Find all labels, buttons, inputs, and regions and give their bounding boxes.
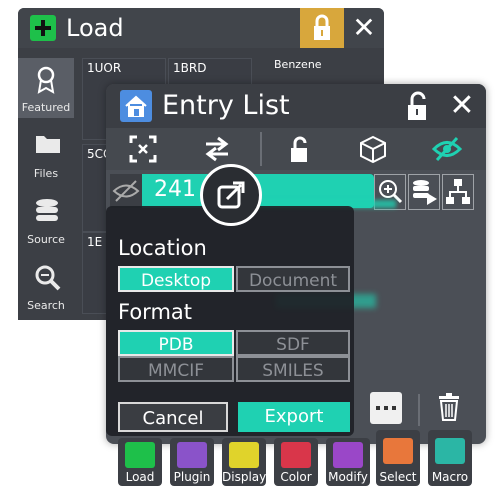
format-label: Format <box>118 300 193 324</box>
dock-modify-button[interactable]: Modify <box>326 438 370 486</box>
entry-toolbar <box>106 128 486 170</box>
search-icon <box>35 265 61 291</box>
format-mmcif-option[interactable]: MMCIF <box>118 356 234 382</box>
palette-icon <box>281 442 311 468</box>
hierarchy-button[interactable] <box>442 174 474 210</box>
sidebar-item-search[interactable]: Search <box>18 256 74 316</box>
export-dialog: Location Desktop Document Format PDB SDF… <box>106 206 354 436</box>
unlock-icon <box>408 91 426 120</box>
database-icon <box>36 199 58 221</box>
sidebar-item-label: Search <box>27 299 65 312</box>
load-sidebar: Featured Files Source Search <box>18 54 74 320</box>
dock-plugin-button[interactable]: Plugin <box>170 438 214 486</box>
entry-code: 1E <box>87 235 103 249</box>
sidebar-item-label: Source <box>27 233 65 246</box>
location-label: Location <box>118 236 207 260</box>
benzene-label[interactable]: Benzene <box>274 58 322 71</box>
load-header: Load ✕ <box>18 8 384 48</box>
more-button[interactable] <box>370 392 402 424</box>
modify-icon <box>333 442 363 468</box>
unlock-button[interactable] <box>402 90 432 126</box>
home-icon <box>125 95 147 117</box>
cube-icon[interactable] <box>358 134 388 164</box>
dock-label: Load <box>125 470 155 484</box>
add-icon <box>30 15 56 41</box>
home-button[interactable] <box>120 90 152 122</box>
location-desktop-option[interactable]: Desktop <box>118 266 234 292</box>
eye-icon <box>229 442 259 468</box>
format-smiles-option[interactable]: SMILES <box>236 356 350 382</box>
add-icon <box>125 442 155 468</box>
export-button[interactable]: Export <box>238 402 350 432</box>
cancel-button[interactable]: Cancel <box>118 402 228 432</box>
unlock-icon[interactable] <box>284 134 314 164</box>
macro-icon <box>435 438 465 464</box>
sidebar-item-files[interactable]: Files <box>18 124 74 184</box>
folder-icon <box>36 136 60 153</box>
ribbon-icon <box>37 66 55 94</box>
more-icon <box>376 406 396 410</box>
dock-label: Color <box>280 470 312 484</box>
entry-code: 1UOR <box>87 61 122 75</box>
dock-label: Macro <box>431 470 469 484</box>
dock-label: Modify <box>328 470 368 484</box>
load-title: Load <box>66 14 124 42</box>
location-document-option[interactable]: Document <box>236 266 350 292</box>
dock-select-button[interactable]: Select <box>376 430 420 486</box>
format-sdf-option[interactable]: SDF <box>236 330 350 356</box>
row-visibility-off-icon[interactable] <box>110 174 142 208</box>
dock-macro-button[interactable]: Macro <box>428 430 472 486</box>
lock-button[interactable] <box>300 8 344 48</box>
dock-label: Select <box>379 470 417 484</box>
entry-id: 241 <box>154 177 196 202</box>
trash-icon[interactable] <box>434 392 464 422</box>
visibility-off-icon[interactable] <box>432 134 462 164</box>
dock-color-button[interactable]: Color <box>274 438 318 486</box>
sidebar-item-label: Featured <box>21 101 71 114</box>
sidebar-item-label: Files <box>33 167 59 180</box>
database-play-button[interactable] <box>408 174 440 210</box>
hierarchy-icon <box>446 179 470 204</box>
export-icon[interactable] <box>200 164 262 226</box>
dock-label: Plugin <box>173 470 211 484</box>
close-icon[interactable]: ✕ <box>444 86 480 126</box>
dock-load-button[interactable]: Load <box>118 438 162 486</box>
format-pdb-option[interactable]: PDB <box>118 330 234 356</box>
entry-list-header: Entry List ✕ <box>106 84 486 128</box>
lock-icon <box>314 14 330 40</box>
focus-icon[interactable] <box>128 134 158 164</box>
database-play-icon <box>413 180 437 205</box>
plugin-icon <box>177 442 207 468</box>
dock-display-button[interactable]: Display <box>222 438 266 486</box>
sidebar-item-featured[interactable]: Featured <box>18 58 74 118</box>
swap-icon[interactable] <box>202 134 232 164</box>
close-icon[interactable]: ✕ <box>348 12 380 44</box>
entry-list-title: Entry List <box>162 90 290 121</box>
select-icon <box>383 438 413 464</box>
dock-label: Display <box>222 470 267 484</box>
sidebar-item-source[interactable]: Source <box>18 190 74 250</box>
entry-code: 1BRD <box>173 61 207 75</box>
